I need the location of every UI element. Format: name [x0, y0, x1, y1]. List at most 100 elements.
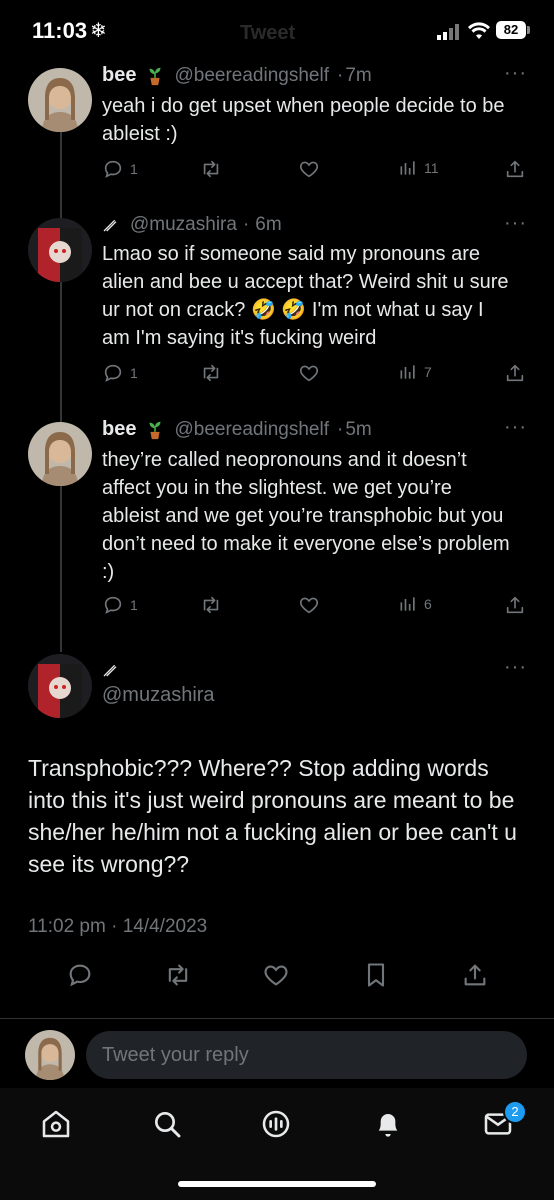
status-time: 11:03	[32, 18, 88, 43]
retweet-icon	[200, 594, 222, 616]
reply-count: 1	[130, 365, 138, 381]
like-icon	[298, 594, 320, 616]
share-button[interactable]	[504, 594, 526, 616]
reply-button[interactable]: 1	[102, 158, 138, 180]
search-icon[interactable]	[151, 1108, 183, 1140]
share-icon	[504, 594, 526, 616]
reply-icon	[102, 594, 124, 616]
views-count: 7	[424, 364, 432, 380]
retweet-icon	[164, 961, 192, 989]
notifications-icon[interactable]	[372, 1108, 404, 1140]
like-button[interactable]	[298, 362, 320, 384]
tweet-header: bee @beereadingshelf · 5m	[102, 418, 372, 441]
battery-tip	[527, 26, 530, 34]
share-button[interactable]	[461, 961, 489, 994]
timestamp[interactable]: 7m	[345, 65, 371, 87]
battery-level: 82	[503, 22, 519, 37]
retweet-button[interactable]	[200, 158, 222, 180]
like-button[interactable]	[262, 961, 290, 994]
status-bar: 11:03 ❄ Tweet 82	[0, 0, 554, 64]
display-name[interactable]: bee	[102, 64, 136, 87]
bottom-nav: 2	[0, 1088, 554, 1200]
views-count: 6	[424, 596, 432, 612]
views-count: 11	[424, 160, 439, 176]
battery-icon: 82	[496, 21, 526, 39]
badge-count: 2	[511, 1104, 519, 1119]
avatar	[25, 1030, 75, 1080]
divider	[0, 1018, 554, 1019]
reply-icon	[102, 362, 124, 384]
share-icon	[504, 362, 526, 384]
tweet[interactable]: @muzashira · 6m ··· Lmao so if someone s…	[0, 212, 554, 394]
tweet[interactable]: bee @beereadingshelf · 7m ··· yeah i do …	[0, 62, 554, 194]
like-icon	[298, 362, 320, 384]
like-button[interactable]	[298, 594, 320, 616]
like-button[interactable]	[298, 158, 320, 180]
timestamp[interactable]: 6m	[255, 214, 281, 236]
views-button[interactable]: 6	[398, 594, 432, 614]
main-tweet-timestamp[interactable]: 11:02 pm · 14/4/2023	[28, 916, 207, 938]
plant-emoji-icon	[144, 419, 166, 441]
avatar[interactable]	[28, 68, 92, 132]
handle[interactable]: @muzashira	[130, 214, 237, 236]
pen-icon	[102, 217, 118, 233]
timestamp[interactable]: 5m	[345, 419, 371, 441]
share-button[interactable]	[504, 362, 526, 384]
signal-icon	[437, 24, 459, 40]
views-icon	[398, 362, 418, 382]
main-tweet-text: Transphobic??? Where?? Stop adding words…	[28, 755, 517, 877]
avatar[interactable]	[28, 218, 92, 282]
separator: ·	[336, 418, 344, 440]
spaces-icon[interactable]	[260, 1108, 292, 1140]
avatar[interactable]	[28, 422, 92, 486]
views-icon	[398, 158, 418, 178]
share-icon	[504, 158, 526, 180]
tweet[interactable]: bee @beereadingshelf · 5m ··· they’re ca…	[0, 416, 554, 628]
bookmark-icon	[362, 961, 390, 989]
share-icon	[461, 961, 489, 989]
header-title-ghost: Tweet	[240, 22, 296, 44]
share-button[interactable]	[504, 158, 526, 180]
reply-button[interactable]	[66, 961, 94, 994]
messages-badge: 2	[503, 1100, 527, 1124]
handle[interactable]: @muzashira	[102, 684, 215, 707]
views-button[interactable]: 11	[398, 158, 439, 178]
handle[interactable]: @beereadingshelf	[174, 419, 329, 441]
reply-placeholder: Tweet your reply	[102, 1044, 249, 1066]
like-icon	[298, 158, 320, 180]
tweet-text: yeah i do get upset when people decide t…	[102, 95, 505, 145]
tweet-text: they’re called neopronouns and it doesn’…	[102, 449, 510, 583]
display-name[interactable]: bee	[102, 418, 136, 441]
retweet-button[interactable]	[200, 362, 222, 384]
views-icon	[398, 594, 418, 614]
separator: ·	[242, 214, 250, 235]
bookmark-button[interactable]	[362, 961, 390, 994]
more-icon[interactable]: ···	[504, 416, 527, 439]
reply-count: 1	[130, 161, 138, 177]
wifi-icon	[468, 22, 490, 39]
reply-icon	[102, 158, 124, 180]
tweet-header: @muzashira · 6m	[102, 214, 282, 236]
more-icon[interactable]: ···	[504, 656, 527, 679]
reply-button[interactable]: 1	[102, 362, 138, 384]
views-button[interactable]: 7	[398, 362, 432, 382]
avatar[interactable]	[28, 654, 92, 718]
main-tweet: @muzashira ··· Transphobic??? Where?? St…	[0, 650, 554, 1010]
handle[interactable]: @beereadingshelf	[174, 65, 329, 87]
reply-button[interactable]: 1	[102, 594, 138, 616]
retweet-icon	[200, 362, 222, 384]
home-indicator	[178, 1181, 376, 1187]
tweet-header: bee @beereadingshelf · 7m	[102, 64, 372, 87]
plant-emoji-icon	[144, 65, 166, 87]
snowflake-icon: ❄	[90, 20, 107, 42]
separator: ·	[336, 64, 344, 86]
retweet-button[interactable]	[164, 961, 192, 994]
retweet-button[interactable]	[200, 594, 222, 616]
like-icon	[262, 961, 290, 989]
home-icon[interactable]	[40, 1108, 72, 1140]
pen-icon	[102, 662, 118, 678]
more-icon[interactable]: ···	[504, 62, 527, 85]
more-icon[interactable]: ···	[504, 212, 527, 235]
reply-icon	[66, 961, 94, 989]
reply-input[interactable]: Tweet your reply	[86, 1031, 527, 1079]
